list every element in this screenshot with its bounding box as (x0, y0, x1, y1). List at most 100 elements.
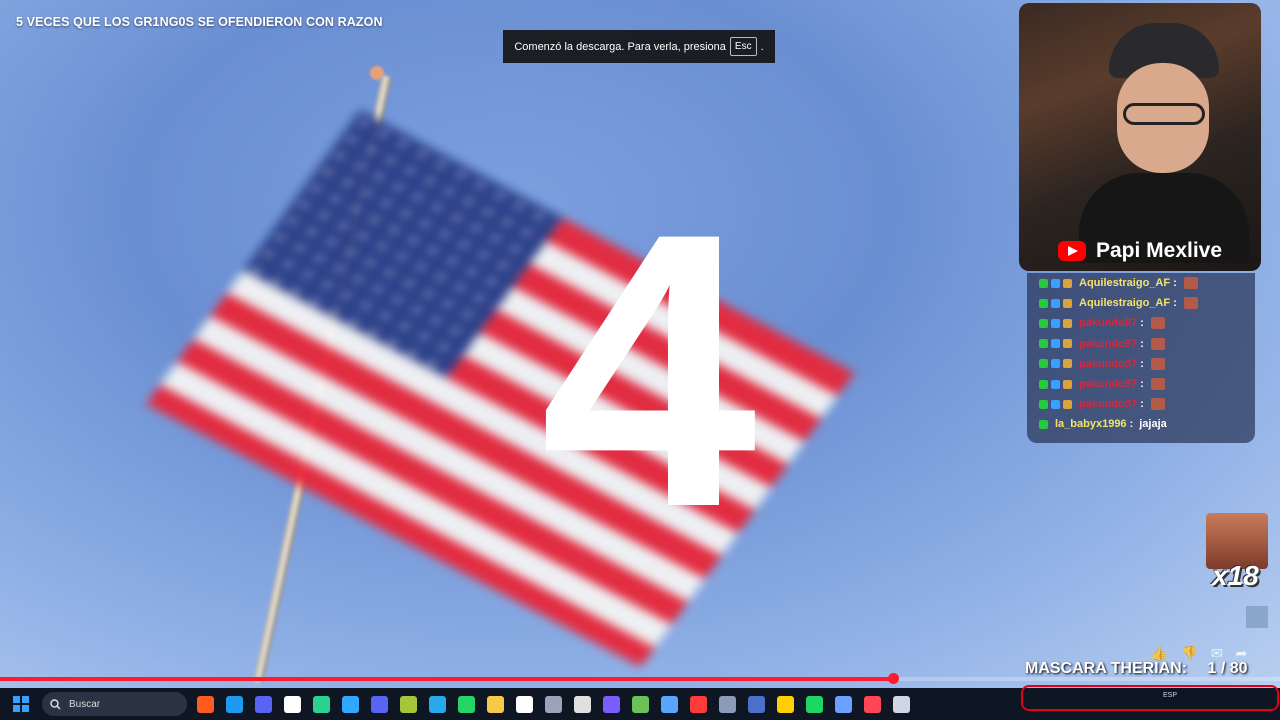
progress-fill (0, 677, 894, 681)
mod-badge-icon (1039, 399, 1048, 409)
tray-language[interactable]: ESP (1163, 692, 1177, 699)
countdown-number: 4 (540, 152, 757, 588)
webcam-overlay: Papi Mexlive (1019, 3, 1261, 271)
system-tray-highlight[interactable]: ESP (1021, 685, 1279, 711)
folder-icon[interactable] (487, 695, 504, 713)
chat-emote-icon (1183, 297, 1198, 310)
steam-icon[interactable] (893, 695, 910, 713)
chat-emote-icon (1150, 357, 1165, 370)
search-placeholder: Buscar (69, 698, 101, 710)
member-badge-icon (1051, 298, 1060, 308)
small-avatar (1246, 606, 1268, 628)
sub-badge-icon (1063, 379, 1072, 389)
windows-icon (13, 696, 29, 712)
game-icon[interactable] (748, 695, 765, 713)
sub-badge-icon (1063, 298, 1072, 308)
mod-badge-icon (1039, 278, 1048, 288)
taskbar-apps (187, 695, 910, 713)
sub-badge-icon (1063, 399, 1072, 409)
chat-emote-icon (1183, 277, 1198, 289)
audio-icon[interactable] (545, 695, 562, 713)
chat-username[interactable]: pakundo97 (1079, 378, 1137, 390)
photoshop-icon[interactable] (342, 695, 359, 713)
sub-badge-icon (1063, 339, 1072, 349)
brave-icon[interactable] (197, 695, 214, 713)
chat-separator: : (1140, 337, 1144, 350)
capcut-icon[interactable] (284, 695, 301, 713)
chat-text: jajaja (1139, 418, 1167, 431)
chat-emote-icon (1150, 378, 1165, 390)
chat-username[interactable]: Aquilestraigo_AF (1079, 297, 1170, 309)
sub-badge-icon (1063, 278, 1072, 288)
chat-message: Aquilestraigo_AF : (1039, 273, 1198, 293)
mod-badge-icon (1039, 419, 1048, 429)
counter-overlay: MASCARA THERIAN: 1 / 80 (1025, 660, 1248, 678)
chat-emote-icon (1150, 337, 1165, 350)
channel-name: Papi Mexlive (1095, 239, 1223, 262)
chat-overlay: Aquilestraigo_AF : Aquilestraigo_AF : paku… (1027, 273, 1255, 443)
store-icon[interactable] (806, 695, 823, 713)
chat-username[interactable]: pakundo97 (1079, 317, 1137, 329)
telegram-icon[interactable] (429, 695, 446, 713)
valorant-icon[interactable] (864, 695, 881, 713)
member-badge-icon (1051, 399, 1060, 409)
taskbar-search[interactable]: Buscar (42, 692, 187, 716)
video-player[interactable]: 5 VECES QUE LOS GR1NG0S SE OFENDIERON CO… (0, 0, 1280, 688)
channel-name-bar: Papi Mexlive (1019, 234, 1261, 268)
video-progress-bar[interactable] (0, 673, 1280, 684)
record-icon[interactable] (690, 695, 707, 713)
start-button[interactable] (6, 689, 36, 719)
chat-separator: : (1140, 378, 1144, 390)
vivaldi-icon[interactable] (255, 695, 272, 713)
sub-badge-icon (1063, 318, 1072, 328)
chat-username[interactable]: pakundo97 (1079, 338, 1137, 350)
whatsapp-icon[interactable] (458, 695, 475, 713)
download-toast: Comenzó la descarga. Para verla, presion… (503, 30, 775, 63)
member-badge-icon (1051, 339, 1060, 349)
davinci-icon[interactable] (603, 695, 620, 713)
edge-icon[interactable] (226, 695, 243, 713)
settings-icon[interactable] (574, 695, 591, 713)
chat-message: pakundo97 : (1039, 354, 1165, 374)
youtube-icon (1057, 241, 1086, 261)
member-badge-icon (1051, 379, 1060, 389)
notes-icon[interactable] (777, 695, 794, 713)
chat-username[interactable]: pakundo97 (1079, 398, 1137, 410)
chat-separator: : (1129, 418, 1134, 431)
discord-icon[interactable] (371, 695, 388, 713)
mod-badge-icon (1039, 318, 1048, 328)
chat-message: pakundo97 : (1039, 313, 1165, 333)
mod-badge-icon (1039, 359, 1048, 369)
epic-icon[interactable] (516, 695, 533, 713)
chat-separator: : (1173, 297, 1177, 310)
chat-username[interactable]: la_babyx1996 (1055, 418, 1127, 430)
vpn-icon[interactable] (835, 695, 852, 713)
counter-value: 1 / 80 (1207, 660, 1248, 677)
member-badge-icon (1051, 359, 1060, 369)
member-badge-icon (1051, 318, 1060, 328)
chat-separator: : (1173, 277, 1177, 289)
esc-key[interactable]: Esc (729, 37, 757, 56)
download-toast-text: Comenzó la descarga. Para verla, presion… (514, 40, 726, 53)
streamer-avatar (1079, 23, 1249, 263)
chat-username[interactable]: Aquilestraigo_AF (1079, 277, 1170, 289)
camtasia-icon[interactable] (632, 695, 649, 713)
image-icon[interactable] (719, 695, 736, 713)
sub-badge-icon (1063, 359, 1072, 369)
chat-username[interactable]: pakundo97 (1079, 358, 1137, 370)
member-badge-icon (1051, 278, 1060, 288)
android-icon[interactable] (400, 695, 417, 713)
search-icon (50, 698, 61, 710)
mod-badge-icon (1039, 339, 1048, 349)
flag-canton (243, 110, 564, 379)
video-title: 5 VECES QUE LOS GR1NG0S SE OFENDIERON CO… (16, 15, 383, 29)
chat-message: pakundo97 : (1039, 334, 1165, 354)
chat-separator: : (1140, 317, 1144, 330)
chat-separator: : (1140, 357, 1144, 370)
chat-message: pakundo97 : (1039, 394, 1165, 414)
app-icon[interactable] (313, 695, 330, 713)
lens-icon[interactable] (661, 695, 678, 713)
counter-label: MASCARA THERIAN: (1025, 660, 1188, 677)
chat-message: la_babyx1996 : jajaja (1039, 414, 1167, 434)
mod-badge-icon (1039, 379, 1048, 389)
